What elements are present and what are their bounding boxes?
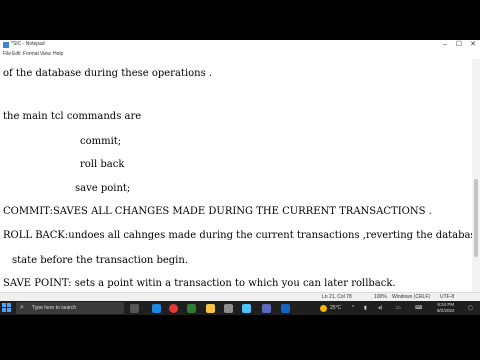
maximize-button[interactable]: ☐	[452, 40, 466, 50]
settings-icon[interactable]	[224, 304, 233, 313]
volume-icon[interactable]: ◂)	[378, 305, 382, 311]
editor-line: COMMIT:SAVES ALL CHANGES MADE DURING THE…	[3, 206, 432, 217]
menu-bar: File Edit Format View Help	[0, 50, 480, 59]
menu-edit[interactable]: Edit	[12, 51, 21, 57]
network-icon[interactable]: ▮	[364, 305, 367, 311]
notepad-icon	[3, 42, 9, 48]
editor-line: SAVE POINT: sets a point witin a transac…	[3, 278, 396, 289]
editor-line: commit;	[80, 136, 122, 147]
zoom-level: 100%	[374, 294, 387, 300]
chrome-icon[interactable]	[169, 304, 178, 313]
taskbar-search[interactable]: ⌕ Type here to search	[16, 302, 124, 314]
language-icon[interactable]: ⌨	[415, 305, 422, 311]
battery-icon[interactable]: ▭	[396, 305, 401, 311]
search-placeholder: Type here to search	[32, 305, 77, 311]
store-icon[interactable]	[187, 304, 196, 313]
menu-file[interactable]: File	[3, 51, 11, 57]
clock-date: 9/2/2024	[437, 308, 455, 313]
editor-line: ROLL BACK:undoes all cahnges made during…	[3, 230, 472, 241]
edge-icon[interactable]	[152, 304, 161, 313]
editor-line: of the database during these operations …	[3, 68, 213, 79]
menu-format[interactable]: Format	[23, 51, 39, 57]
folder-icon[interactable]	[206, 304, 215, 313]
menu-help[interactable]: Help	[53, 51, 63, 57]
task-view-icon[interactable]	[130, 304, 139, 313]
window-title: *SIC - Notepad	[11, 41, 45, 47]
word-icon[interactable]	[281, 304, 290, 313]
desktop-screen: *SIC - Notepad – ☐ ✕ File Edit Format Vi…	[0, 40, 480, 315]
notepad-taskbar-icon[interactable]	[242, 304, 251, 313]
text-editor[interactable]: of the database during these operations …	[0, 59, 472, 292]
encoding: UTF-8	[440, 294, 455, 300]
temperature: 25°C	[330, 305, 342, 311]
tray-chevron-icon[interactable]: ^	[352, 305, 354, 311]
notification-icon[interactable]: ▢	[468, 305, 473, 311]
editor-line: save point;	[75, 183, 131, 194]
title-bar[interactable]: *SIC - Notepad – ☐ ✕	[0, 40, 480, 50]
start-icon[interactable]	[2, 303, 12, 313]
cursor-position: Ln 21, Col 78	[322, 294, 352, 300]
editor-line: the main tcl commands are	[3, 111, 142, 122]
teams-icon[interactable]	[262, 304, 271, 313]
vertical-scrollbar[interactable]	[472, 59, 480, 292]
search-icon: ⌕	[20, 304, 24, 311]
scrollbar-thumb[interactable]	[474, 179, 478, 257]
editor-line: roll back	[80, 159, 125, 170]
clock[interactable]: 9:24 PM 9/2/2024	[437, 302, 455, 314]
editor-line: state before the transaction begin.	[12, 255, 188, 266]
taskbar: ⌕ Type here to search 25°C ^ ▮ ◂) ▭ ⌨ 9:…	[0, 301, 480, 315]
menu-view[interactable]: View	[40, 51, 51, 57]
close-button[interactable]: ✕	[466, 40, 480, 50]
weather-icon[interactable]	[320, 305, 327, 312]
minimize-button[interactable]: –	[438, 40, 452, 50]
line-endings: Windows (CRLF)	[392, 294, 431, 300]
